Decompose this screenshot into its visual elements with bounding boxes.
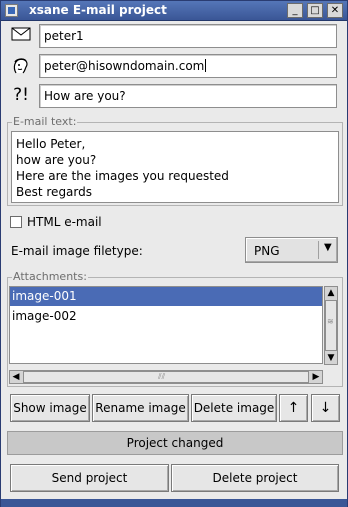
rename-image-button[interactable]: Rename image <box>92 394 189 422</box>
delete-project-button[interactable]: Delete project <box>171 464 339 492</box>
move-up-button[interactable]: ↑ <box>279 394 308 422</box>
email-text-area[interactable]: Hello Peter, how are you? Here are the i… <box>11 131 339 203</box>
email-text-label: E-mail text: <box>12 115 78 128</box>
filetype-label: E-mail image filetype: <box>11 244 143 258</box>
email-text-line: Hello Peter, <box>16 137 86 151</box>
horizontal-scrollbar[interactable]: ◀ ⫽⫽ ▶ <box>9 370 323 384</box>
status-bar: Project changed <box>7 431 343 455</box>
email-address-input[interactable]: peter@hisowndomain.com <box>39 54 337 78</box>
delete-image-button[interactable]: Delete image <box>191 394 277 422</box>
text-cursor <box>205 59 207 72</box>
filetype-select[interactable]: PNG ▼ <box>245 237 338 263</box>
grip-icon: ⫽⫽ <box>158 372 166 381</box>
chevron-down-icon: ▼ <box>324 242 332 253</box>
question-exclamation-icon: ?! <box>13 85 29 105</box>
close-button[interactable]: ✕ <box>327 3 343 18</box>
envelope-icon <box>10 26 32 46</box>
grip-icon: ≋ <box>327 317 334 326</box>
html-email-label[interactable]: HTML e-mail <box>27 215 102 229</box>
window-bottom-edge <box>1 499 347 507</box>
email-address-value: peter@hisowndomain.com <box>44 59 205 73</box>
list-item[interactable]: image-001 <box>10 287 322 306</box>
receiver-value: peter1 <box>44 29 84 43</box>
email-text-line: how are you? <box>16 153 97 167</box>
attachments-label: Attachments: <box>12 270 88 283</box>
subject-value: How are you? <box>44 89 126 103</box>
face-icon <box>10 56 32 76</box>
combo-separator <box>318 241 319 259</box>
title-bar[interactable]: xsane E-mail project _ □ ✕ <box>1 1 347 21</box>
show-image-button[interactable]: Show image <box>10 394 90 422</box>
email-text-line: Here are the images you requested <box>16 169 229 183</box>
horizontal-scroll-thumb[interactable] <box>23 371 309 383</box>
list-item[interactable]: image-002 <box>10 307 322 326</box>
scroll-right-icon[interactable]: ▶ <box>310 371 322 383</box>
email-text-line: Best regards <box>16 185 93 199</box>
html-email-checkbox[interactable] <box>10 216 22 228</box>
subject-input[interactable]: How are you? <box>39 84 337 108</box>
email-text-frame: E-mail text: Hello Peter, how are you? H… <box>7 115 343 206</box>
filetype-value: PNG <box>254 244 280 258</box>
send-project-button[interactable]: Send project <box>10 464 169 492</box>
app-icon[interactable] <box>5 4 18 17</box>
maximize-button[interactable]: □ <box>307 3 323 18</box>
scroll-down-icon[interactable]: ▼ <box>325 352 337 364</box>
window-title: xsane E-mail project <box>29 3 167 17</box>
receiver-input[interactable]: peter1 <box>39 24 337 48</box>
minimize-button[interactable]: _ <box>287 3 303 18</box>
xsane-email-window: xsane E-mail project _ □ ✕ peter1 peter@… <box>0 0 348 507</box>
attachments-list[interactable]: image-001 image-002 <box>9 286 323 364</box>
scroll-left-icon[interactable]: ◀ <box>10 371 22 383</box>
move-down-button[interactable]: ↓ <box>311 394 340 422</box>
vertical-scrollbar[interactable]: ▲ ≋ ▼ <box>324 286 338 365</box>
scroll-up-icon[interactable]: ▲ <box>325 287 337 299</box>
